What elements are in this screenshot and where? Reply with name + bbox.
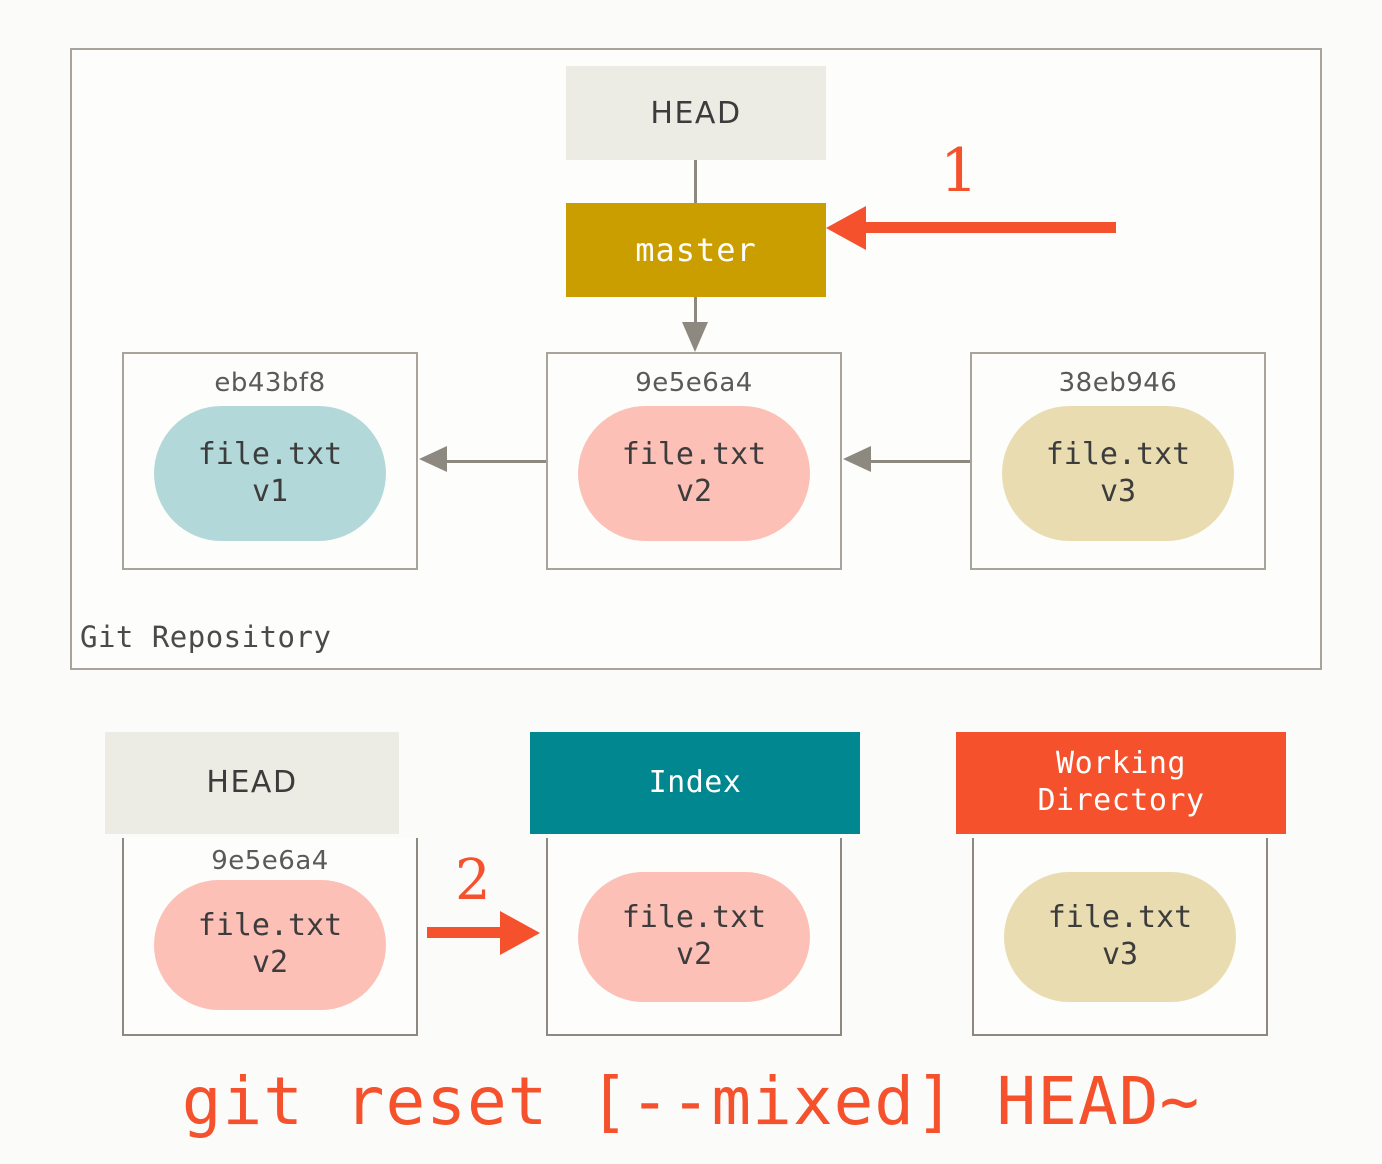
step-two-arrow-line	[427, 927, 507, 938]
blob-file-v3: file.txt v3	[1002, 406, 1234, 541]
working-directory-blob-v3: file.txt v3	[1004, 872, 1236, 1002]
commit-sha-label: 38eb946	[1058, 368, 1178, 398]
index-tree-header: Index	[530, 732, 860, 834]
blob-version: v3	[1101, 937, 1139, 972]
blob-version: v3	[1099, 473, 1137, 509]
master-to-commit-arrowhead-icon	[682, 322, 708, 352]
working-directory-header: Working Directory	[956, 732, 1286, 834]
blob-filename: file.txt	[1047, 900, 1193, 936]
index-tree-blob-v2: file.txt v2	[578, 872, 810, 1002]
head-tree-blob-v2: file.txt v2	[154, 880, 386, 1010]
commit-box-9e5e6a4: 9e5e6a4 file.txt v2	[546, 352, 842, 570]
blob-version: v1	[251, 473, 289, 509]
blob-version: v2	[675, 473, 713, 509]
blob-filename: file.txt	[621, 436, 767, 472]
head-tree-header: HEAD	[105, 732, 399, 834]
working-directory-header-line1: Working	[1056, 746, 1186, 782]
step-one-arrow-line	[860, 222, 1116, 233]
commit-box-eb43bf8: eb43bf8 file.txt v1	[122, 352, 418, 570]
head-pointer-label: HEAD	[650, 95, 742, 131]
parent-link-line	[440, 460, 546, 463]
index-tree-body: file.txt v2	[546, 838, 842, 1036]
working-directory-header-line2: Directory	[1037, 783, 1205, 818]
blob-file-v1: file.txt v1	[154, 406, 386, 541]
head-pointer-box: HEAD	[566, 66, 826, 160]
parent-link-arrowhead-icon	[419, 446, 447, 472]
command-caption: git reset [--mixed] HEAD~	[181, 1063, 1201, 1140]
head-tree-sha-label: 9e5e6a4	[211, 846, 329, 876]
blob-filename: file.txt	[197, 908, 343, 944]
step-two-number-label: 2	[455, 848, 491, 913]
step-two-arrowhead-icon	[500, 911, 540, 955]
master-branch-label: master	[635, 231, 757, 269]
parent-link-line	[864, 460, 970, 463]
working-directory-body: file.txt v3	[972, 838, 1268, 1036]
index-tree-header-label: Index	[648, 764, 742, 800]
commit-box-38eb946: 38eb946 file.txt v3	[970, 352, 1266, 570]
step-one-number-label: 1	[940, 136, 979, 206]
head-tree-header-label: HEAD	[206, 764, 298, 800]
git-repository-label: Git Repository	[80, 620, 332, 654]
blob-filename: file.txt	[197, 436, 343, 472]
blob-version: v2	[675, 937, 713, 972]
commit-sha-label: eb43bf8	[214, 368, 326, 398]
step-one-arrowhead-icon	[826, 206, 866, 250]
parent-link-arrowhead-icon	[843, 446, 871, 472]
head-tree-body: 9e5e6a4 file.txt v2	[122, 838, 418, 1036]
master-branch-box: master	[566, 203, 826, 297]
blob-version: v2	[251, 945, 289, 980]
blob-filename: file.txt	[621, 900, 767, 936]
blob-file-v2: file.txt v2	[578, 406, 810, 541]
head-to-master-connector	[694, 160, 697, 203]
commit-sha-label: 9e5e6a4	[635, 368, 753, 398]
blob-filename: file.txt	[1045, 436, 1191, 472]
